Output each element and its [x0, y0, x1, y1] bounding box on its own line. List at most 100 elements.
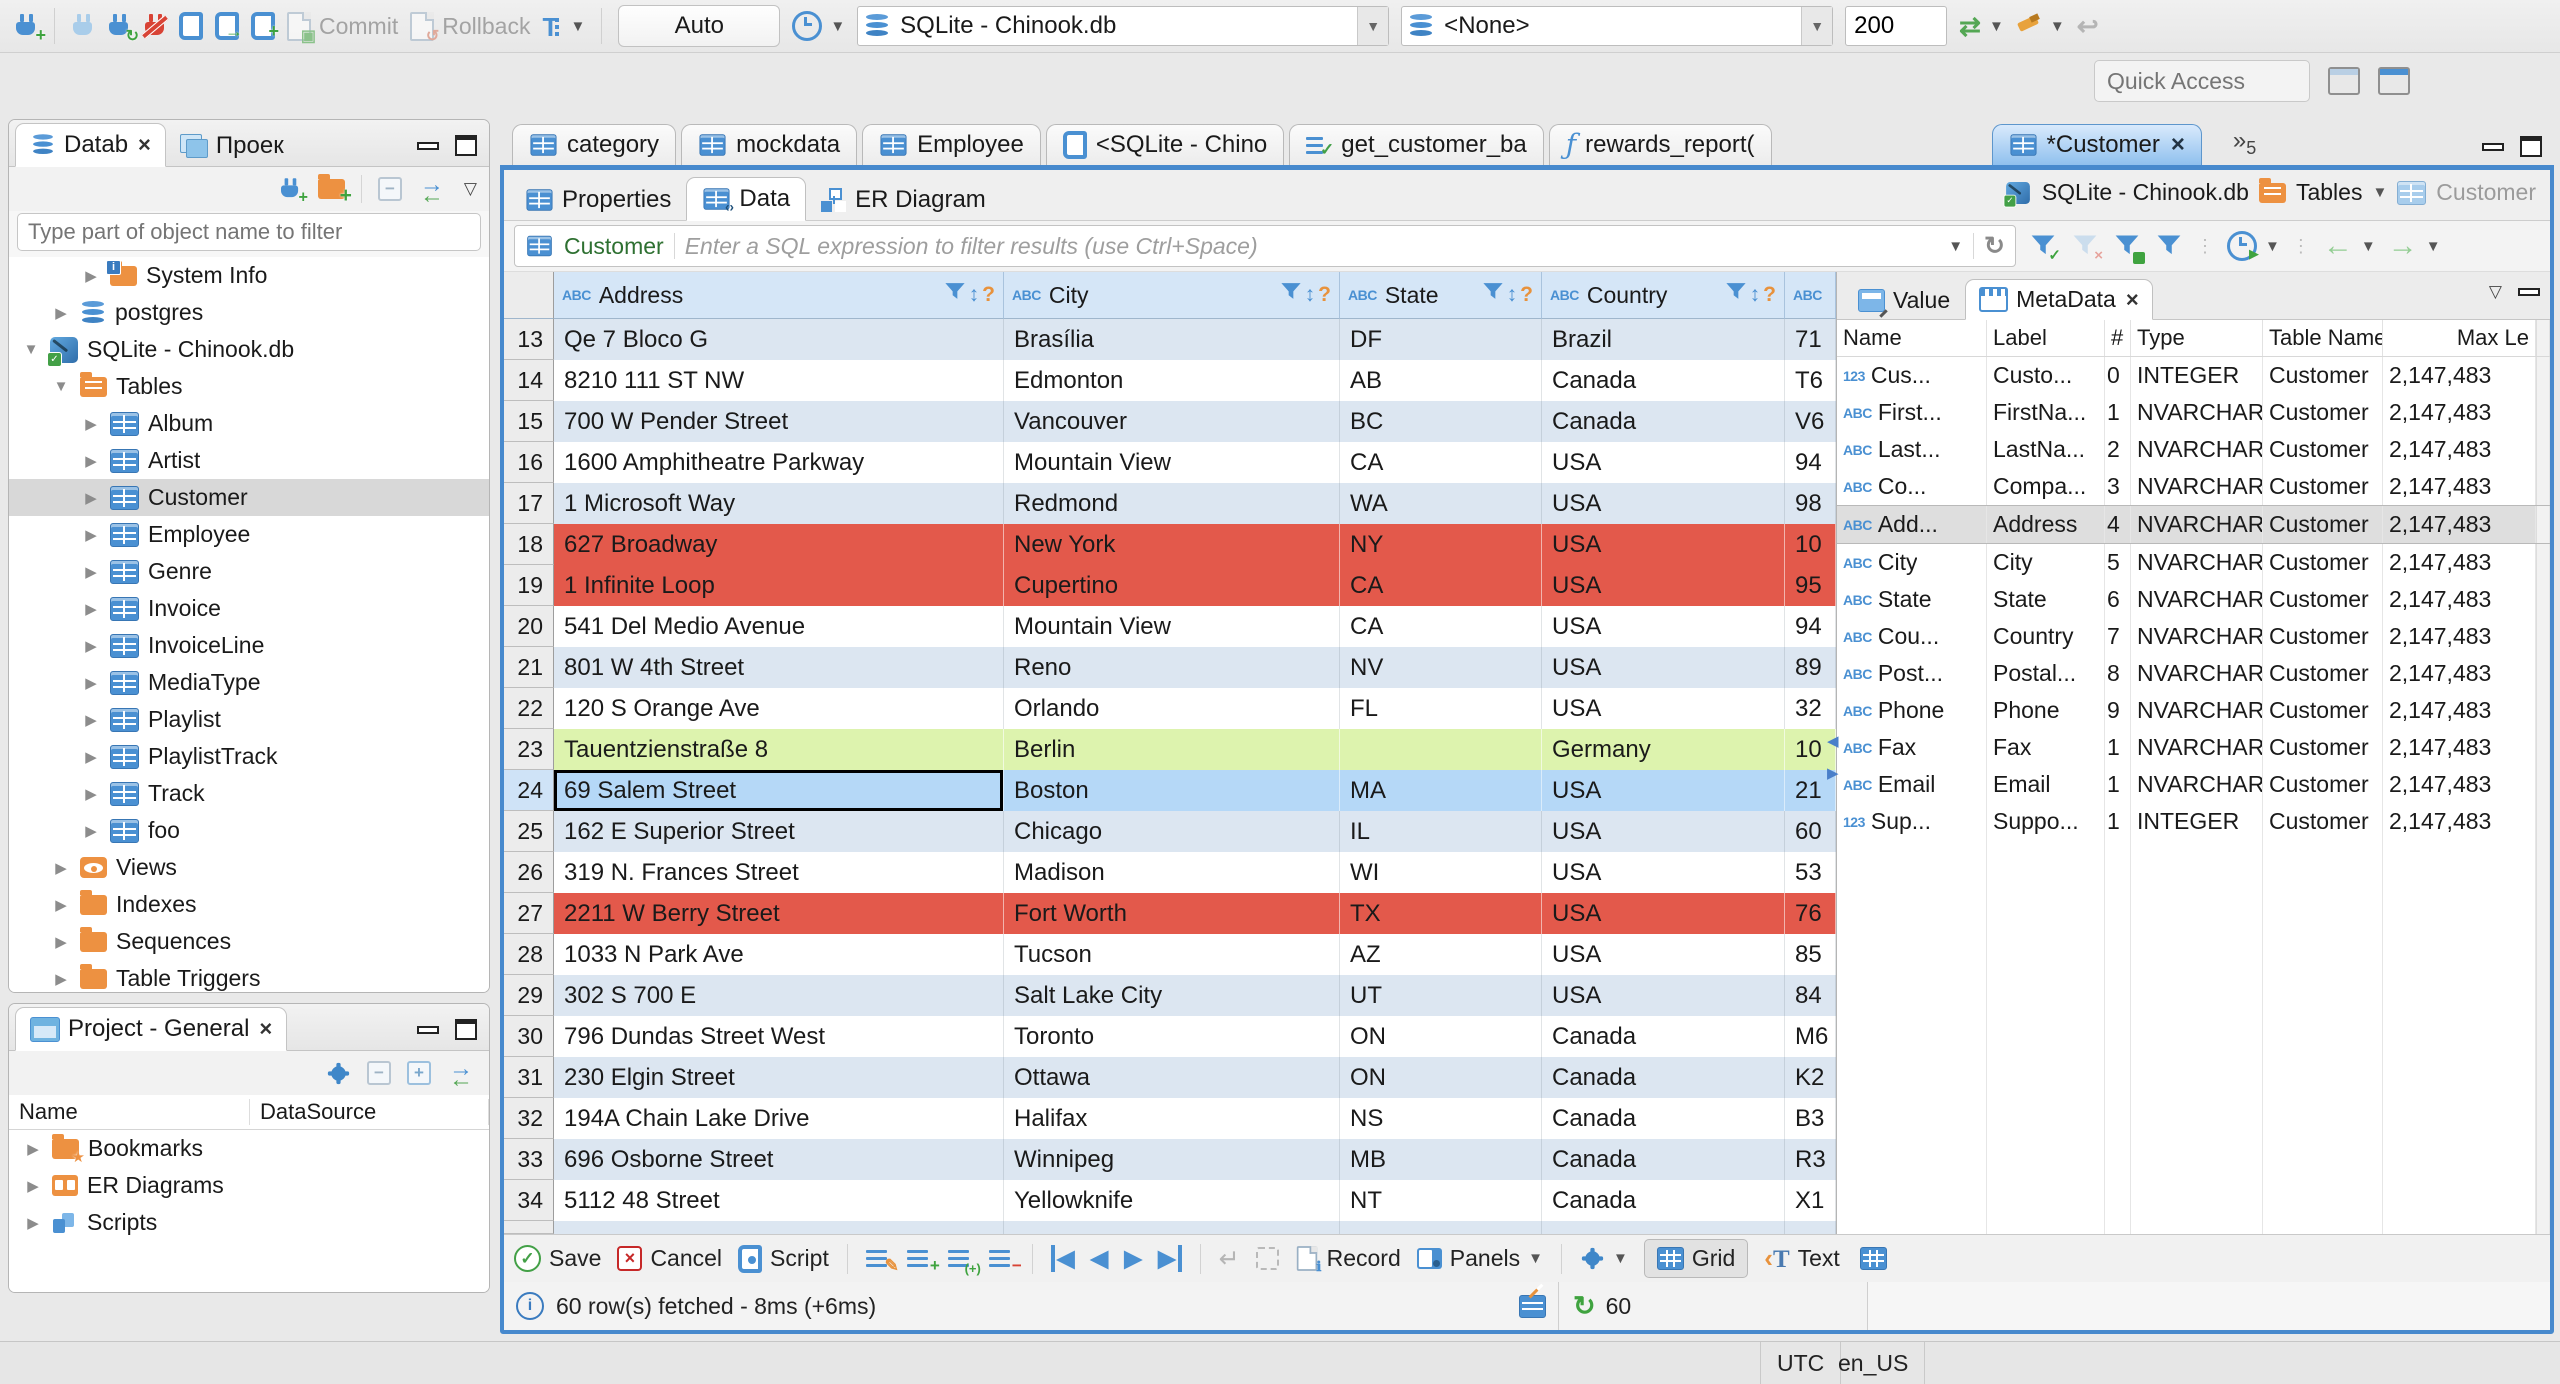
- metadata-name-cell[interactable]: ABC Post...: [1837, 655, 1987, 692]
- chevron-down-icon[interactable]: ▼: [51, 378, 71, 395]
- minimize-icon[interactable]: [417, 1025, 439, 1034]
- metadata-type-cell[interactable]: NVARCHAR: [2131, 506, 2263, 543]
- row-number-cell[interactable]: 18: [504, 524, 554, 565]
- chevron-down-icon[interactable]: ▼: [2372, 184, 2387, 201]
- chevron-right-icon[interactable]: ▶: [81, 674, 101, 692]
- grid-cell-address[interactable]: 1600 Amphitheatre Parkway: [554, 442, 1004, 483]
- maximize-icon[interactable]: [455, 135, 477, 156]
- metadata-column-header-name[interactable]: Name: [1837, 320, 1987, 356]
- grid-cell-city[interactable]: Redmond: [1004, 483, 1340, 524]
- chevron-right-icon[interactable]: ▶: [23, 1140, 43, 1158]
- expand-all-icon[interactable]: +: [407, 1061, 431, 1085]
- filter-funnel-icon[interactable]: [944, 281, 966, 309]
- grid-cell-country[interactable]: Canada: [1542, 1180, 1785, 1221]
- last-row-icon[interactable]: ▶: [1158, 1245, 1182, 1272]
- metadata-maxlen-cell[interactable]: 2,147,483: [2383, 357, 2536, 394]
- custom-filter-icon[interactable]: [2154, 231, 2184, 261]
- chevron-right-icon[interactable]: ▶: [81, 563, 101, 581]
- metadata-type-cell[interactable]: NVARCHAR: [2131, 394, 2263, 431]
- metadata-table-cell[interactable]: Customer: [2263, 655, 2383, 692]
- editor-tab-mockdata[interactable]: mockdata: [681, 124, 858, 165]
- metadata-row-phone[interactable]: ABC Phone Phone 9 NVARCHAR Customer 2,147,483: [1837, 692, 2550, 729]
- metadata-row-custo[interactable]: 123 Cus... Custo... 0 INTEGER Customer 2,147,4…: [1837, 357, 2550, 394]
- table-row[interactable]: 22 120 S Orange Ave Orlando FL USA 32: [504, 688, 1836, 729]
- active-database-combo[interactable]: SQLite - Chinook.db ▼: [857, 6, 1390, 46]
- table-row[interactable]: 33 696 Osborne Street Winnipeg MB Canada R3: [504, 1139, 1836, 1180]
- metadata-column-header-type[interactable]: Type: [2131, 320, 2263, 356]
- apply-filter-icon[interactable]: ✓: [2028, 231, 2061, 264]
- table-row[interactable]: 25 162 E Superior Street Chicago IL USA 60: [504, 811, 1836, 852]
- metadata-label-cell[interactable]: Postal...: [1987, 655, 2105, 692]
- grid-cell-state[interactable]: AB: [1340, 360, 1542, 401]
- chevron-right-icon[interactable]: ▶: [81, 637, 101, 655]
- metadata-table-cell[interactable]: Customer: [2263, 581, 2383, 618]
- metadata-maxlen-cell[interactable]: 2,147,483: [2383, 431, 2536, 468]
- column-info-icon[interactable]: ?: [1520, 283, 1533, 307]
- grid-cell-state[interactable]: [1340, 729, 1542, 770]
- auto-refresh-timer-button[interactable]: ▶ ▼: [2227, 231, 2280, 261]
- close-icon[interactable]: ×: [138, 132, 151, 158]
- breadcrumb-database[interactable]: SQLite - Chinook.db: [2042, 179, 2249, 206]
- chevron-right-icon[interactable]: ▶: [81, 711, 101, 729]
- metadata-table-cell[interactable]: Customer: [2263, 431, 2383, 468]
- link-editor-icon[interactable]: [447, 1055, 477, 1094]
- edit-mode-icon[interactable]: [1519, 1294, 1546, 1318]
- grid-view-toggle[interactable]: Grid: [1643, 1239, 1749, 1278]
- grid-cell-postal[interactable]: V6: [1785, 401, 1836, 442]
- metadata-column-header-item[interactable]: #: [2105, 320, 2131, 356]
- row-number-cell[interactable]: 25: [504, 811, 554, 852]
- metadata-type-cell[interactable]: NVARCHAR: [2131, 618, 2263, 655]
- grid-cell-city[interactable]: Ottawa: [1004, 1057, 1340, 1098]
- tree-item-postgres[interactable]: ▶ postgres: [9, 294, 489, 331]
- metadata-row-city[interactable]: ABC City City 5 NVARCHAR Customer 2,147,483: [1837, 544, 2550, 581]
- metadata-table-cell[interactable]: Customer: [2263, 468, 2383, 505]
- record-button[interactable]: ℹ Record: [1295, 1244, 1401, 1274]
- metadata-ordinal-cell[interactable]: 8: [2105, 655, 2131, 692]
- table-row[interactable]: 34 5112 48 Street Yellowknife NT Canada X1: [504, 1180, 1836, 1221]
- row-number-cell[interactable]: 29: [504, 975, 554, 1016]
- project-item-er-diagrams[interactable]: ▶ ER Diagrams: [9, 1167, 489, 1204]
- row-number-cell[interactable]: 21: [504, 647, 554, 688]
- collapse-all-icon[interactable]: −: [367, 1061, 391, 1085]
- grid-cell-state[interactable]: CA: [1340, 565, 1542, 606]
- grid-cell-postal[interactable]: 10: [1785, 524, 1836, 565]
- metadata-table-cell[interactable]: Customer: [2263, 394, 2383, 431]
- sql-filter-box[interactable]: Customer Enter a SQL expression to filte…: [514, 225, 2016, 267]
- row-number-cell[interactable]: 14: [504, 360, 554, 401]
- grid-cell-state[interactable]: AZ: [1340, 934, 1542, 975]
- metadata-maxlen-cell[interactable]: 2,147,483: [2383, 506, 2536, 543]
- grid-cell-address[interactable]: 69 Salem Street: [554, 770, 1004, 811]
- grid-cell-address[interactable]: 1 Microsoft Way: [554, 483, 1004, 524]
- inline-edit-icon[interactable]: ↵: [1219, 1244, 1240, 1274]
- metadata-label-cell[interactable]: Compa...: [1987, 468, 2105, 505]
- grid-cell-state[interactable]: TX: [1340, 893, 1542, 934]
- grid-cell-postal[interactable]: 60: [1785, 811, 1836, 852]
- grid-cell-postal[interactable]: 32: [1785, 688, 1836, 729]
- chevron-right-icon[interactable]: ▶: [51, 933, 71, 951]
- active-schema-combo[interactable]: <None> ▼: [1401, 6, 1834, 46]
- grid-cell-country[interactable]: USA: [1542, 606, 1785, 647]
- tree-item-system-info[interactable]: ▶ System Info: [9, 257, 489, 294]
- metadata-row-fax[interactable]: ABC Fax Fax 1 NVARCHAR Customer 2,147,483: [1837, 729, 2550, 766]
- metadata-name-cell[interactable]: ABC Phone: [1837, 692, 1987, 729]
- grid-cell-postal[interactable]: 94: [1785, 442, 1836, 483]
- grid-cell-country[interactable]: USA: [1542, 934, 1785, 975]
- row-number-cell[interactable]: 24: [504, 770, 554, 811]
- metadata-type-cell[interactable]: NVARCHAR: [2131, 766, 2263, 803]
- tree-item-playlisttrack[interactable]: ▶ PlaylistTrack: [9, 738, 489, 775]
- commit-button[interactable]: ▣ Commit: [287, 11, 398, 45]
- metadata-row-state[interactable]: ABC State State 6 NVARCHAR Customer 2,147,483: [1837, 581, 2550, 618]
- grid-cell-address[interactable]: 796 Dundas Street West: [554, 1016, 1004, 1057]
- metadata-ordinal-cell[interactable]: 3: [2105, 468, 2131, 505]
- metadata-name-cell[interactable]: ABC City: [1837, 544, 1987, 581]
- metadata-label-cell[interactable]: Phone: [1987, 692, 2105, 729]
- metadata-row-firstna[interactable]: ABC First... FirstNa... 1 NVARCHAR Customer 2,…: [1837, 394, 2550, 431]
- filter-funnel-icon[interactable]: [1482, 281, 1504, 309]
- metadata-name-cell[interactable]: ABC Cou...: [1837, 618, 1987, 655]
- edit-row-icon[interactable]: ✎: [865, 1248, 899, 1275]
- metadata-table-cell[interactable]: Customer: [2263, 692, 2383, 729]
- quick-access-input[interactable]: [2094, 60, 2310, 102]
- grid-cell-address[interactable]: 801 W 4th Street: [554, 647, 1004, 688]
- column-header-datasource[interactable]: DataSource: [250, 1099, 489, 1125]
- table-row[interactable]: 14 8210 111 ST NW Edmonton AB Canada T6: [504, 360, 1836, 401]
